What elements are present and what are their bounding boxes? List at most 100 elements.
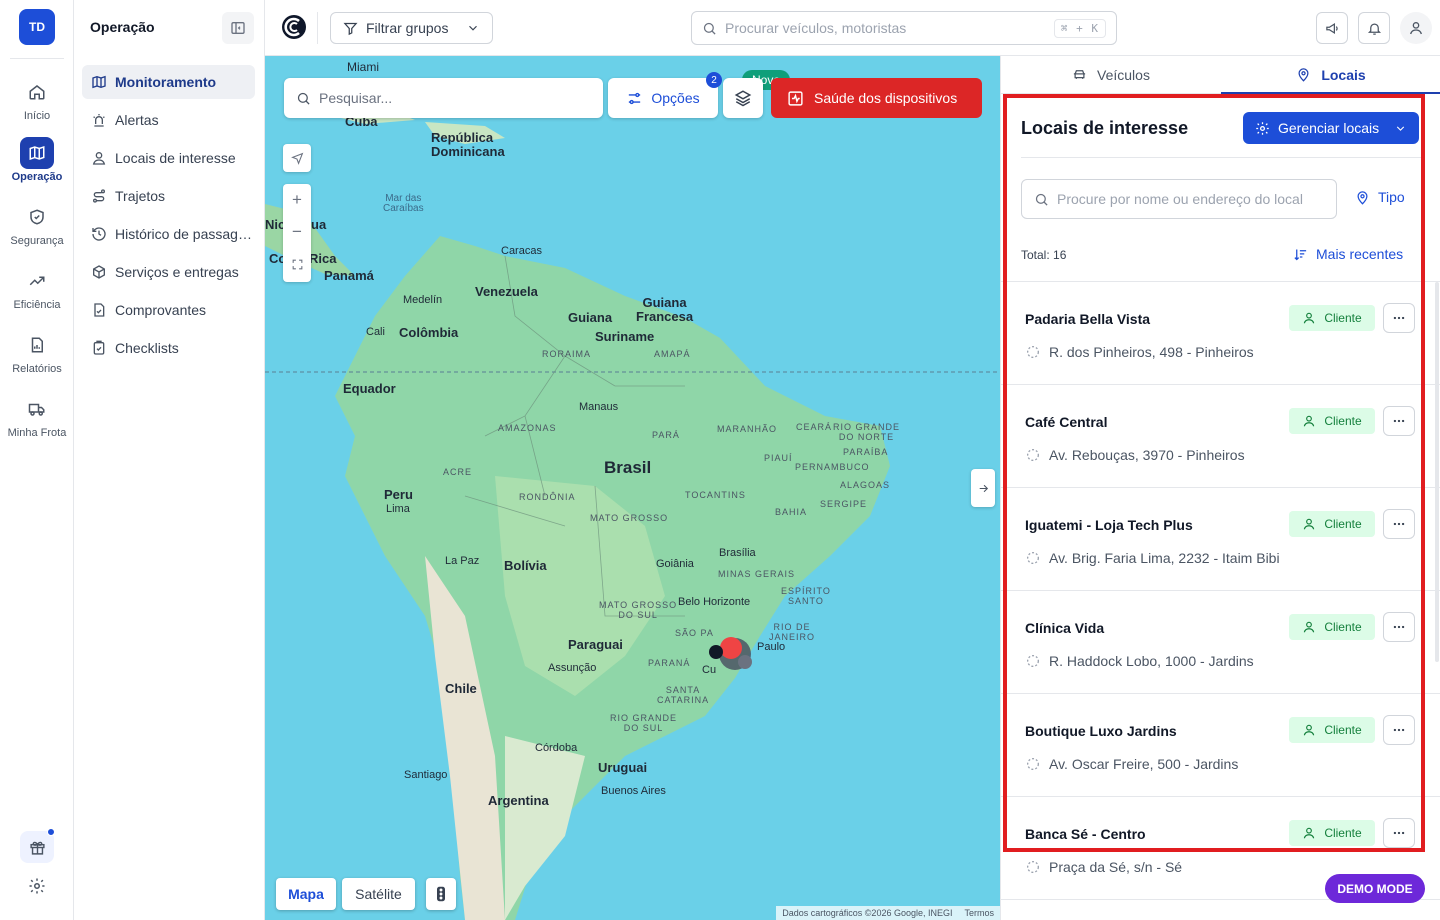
expand-map-button[interactable] bbox=[971, 469, 995, 507]
user-icon bbox=[1304, 518, 1315, 530]
type-filter-button[interactable]: Tipo bbox=[1355, 189, 1405, 205]
filter-icon bbox=[343, 22, 358, 35]
loading-circle-icon bbox=[1027, 758, 1039, 770]
tab-label: Locais bbox=[1321, 66, 1366, 83]
sort-recent-button[interactable]: Mais recentes bbox=[1293, 246, 1403, 262]
map-label: Brasília bbox=[719, 547, 756, 559]
zoom-in-button[interactable]: + bbox=[283, 184, 311, 216]
type-filter-label: Tipo bbox=[1378, 189, 1405, 205]
map-label: ESPÍRITO SANTO bbox=[781, 586, 831, 606]
demo-mode-badge: DEMO MODE bbox=[1325, 874, 1425, 903]
clipboard-check-icon bbox=[93, 340, 105, 355]
rail-item-minha-frota[interactable]: Minha Frota bbox=[0, 393, 74, 451]
fullscreen-button[interactable] bbox=[283, 248, 311, 280]
map-label: SERGIPE bbox=[820, 499, 868, 509]
more-options-button[interactable] bbox=[1383, 818, 1415, 848]
sidebar-item-label: Locais de interesse bbox=[115, 150, 236, 166]
sort-icon bbox=[1294, 249, 1307, 260]
sidebar-item-alertas[interactable]: Alertas bbox=[82, 103, 255, 137]
traffic-light-icon bbox=[437, 886, 445, 902]
map-label: Mar das Caraíbas bbox=[383, 193, 424, 214]
more-options-button[interactable] bbox=[1383, 715, 1415, 745]
sidebar-item-historico[interactable]: Histórico de passagens bbox=[82, 217, 255, 251]
ellipsis-icon bbox=[1393, 728, 1405, 732]
location-card[interactable]: Café Central Cliente Av. Rebouças, 3970 … bbox=[1001, 385, 1440, 488]
collapse-sidebar-button[interactable] bbox=[222, 12, 254, 44]
rail-item-inicio[interactable]: Início bbox=[0, 76, 74, 134]
filter-groups-label: Filtrar grupos bbox=[366, 20, 449, 36]
map-search[interactable] bbox=[284, 78, 603, 118]
location-name: Café Central bbox=[1025, 414, 1108, 430]
announcements-button[interactable] bbox=[1316, 12, 1348, 44]
map-type-satellite-button[interactable]: Satélite bbox=[342, 878, 415, 910]
location-type-label: Cliente bbox=[1324, 826, 1362, 840]
brand-logo-icon[interactable] bbox=[281, 14, 307, 40]
sidebar-item-monitoramento[interactable]: Monitoramento bbox=[82, 65, 255, 99]
location-name: Padaria Bella Vista bbox=[1025, 311, 1151, 327]
location-name: Iguatemi - Loja Tech Plus bbox=[1025, 517, 1193, 533]
tab-locais[interactable]: Locais bbox=[1221, 56, 1440, 94]
map-label: República Dominicana bbox=[431, 130, 505, 159]
loading-circle-icon bbox=[1027, 552, 1039, 564]
traffic-button[interactable] bbox=[426, 878, 456, 910]
tab-veiculos[interactable]: Veículos bbox=[1001, 56, 1221, 93]
rail-item-label: Eficiência bbox=[13, 299, 61, 311]
global-search-input[interactable] bbox=[725, 20, 1054, 36]
terms-link[interactable]: Termos bbox=[964, 908, 994, 918]
map-view[interactable]: Miami Cuba República Dominicana Mar das … bbox=[265, 56, 1000, 920]
rail-item-operacao[interactable]: Operação bbox=[0, 137, 74, 195]
more-options-button[interactable] bbox=[1383, 509, 1415, 539]
more-options-button[interactable] bbox=[1383, 303, 1415, 333]
map-label: Miami bbox=[347, 60, 379, 74]
sidebar-item-locais[interactable]: Locais de interesse bbox=[82, 141, 255, 175]
global-search[interactable]: ⌘ + K bbox=[691, 11, 1117, 45]
home-icon bbox=[20, 76, 54, 108]
gift-button[interactable] bbox=[20, 828, 55, 863]
notifications-button[interactable] bbox=[1358, 12, 1390, 44]
location-card[interactable]: Boutique Luxo Jardins Cliente Av. Oscar … bbox=[1001, 694, 1440, 797]
panel-tabs: Veículos Locais bbox=[1001, 56, 1440, 94]
device-health-button[interactable]: Saúde dos dispositivos bbox=[771, 78, 982, 118]
filter-groups-button[interactable]: Filtrar grupos bbox=[330, 12, 493, 44]
location-card[interactable]: Iguatemi - Loja Tech Plus Cliente Av. Br… bbox=[1001, 488, 1440, 591]
map-label: Goiânia bbox=[656, 558, 694, 570]
location-search-input[interactable] bbox=[1057, 191, 1324, 207]
sidebar-item-label: Histórico de passagens bbox=[115, 226, 255, 242]
sidebar-item-comprovantes[interactable]: Comprovantes bbox=[82, 293, 255, 327]
map-label: Bolívia bbox=[504, 558, 547, 573]
loading-circle-icon bbox=[1027, 449, 1039, 461]
report-icon bbox=[20, 329, 54, 361]
org-avatar[interactable]: TD bbox=[19, 9, 55, 45]
sidebar-item-trajetos[interactable]: Trajetos bbox=[82, 179, 255, 213]
locate-button[interactable] bbox=[283, 144, 311, 172]
rail-item-label: Operação bbox=[11, 171, 63, 183]
location-search[interactable] bbox=[1021, 179, 1337, 219]
sidebar-item-servicos[interactable]: Serviços e entregas bbox=[82, 255, 255, 289]
location-type-label: Cliente bbox=[1324, 414, 1362, 428]
map-label: PARANÁ bbox=[648, 658, 691, 668]
rail-item-eficiencia[interactable]: Eficiência bbox=[0, 265, 74, 323]
map-label: PIAUÍ bbox=[764, 453, 793, 463]
manage-locations-button[interactable]: Gerenciar locais bbox=[1243, 112, 1419, 144]
shield-check-icon bbox=[20, 201, 54, 233]
sidebar-item-checklists[interactable]: Checklists bbox=[82, 331, 255, 365]
map-label: Guiana bbox=[568, 310, 613, 325]
rail-item-seguranca[interactable]: Segurança bbox=[0, 201, 74, 259]
more-options-button[interactable] bbox=[1383, 406, 1415, 436]
sidebar-item-label: Alertas bbox=[115, 112, 159, 128]
operation-sidebar: Operação Monitoramento Alertas Locais de… bbox=[74, 0, 265, 920]
rail-item-relatorios[interactable]: Relatórios bbox=[0, 329, 74, 387]
map-search-input[interactable] bbox=[319, 90, 591, 106]
map-layers-button[interactable] bbox=[723, 78, 763, 118]
zoom-out-button[interactable]: − bbox=[283, 216, 311, 248]
sort-label: Mais recentes bbox=[1316, 246, 1404, 262]
more-options-button[interactable] bbox=[1383, 612, 1415, 642]
options-button[interactable]: Opções bbox=[608, 78, 718, 118]
location-card[interactable]: Clínica Vida Cliente R. Haddock Lobo, 10… bbox=[1001, 591, 1440, 694]
location-card[interactable]: Padaria Bella Vista Cliente R. dos Pinhe… bbox=[1001, 282, 1440, 385]
map-type-map-button[interactable]: Mapa bbox=[276, 878, 336, 910]
user-menu-button[interactable] bbox=[1400, 12, 1432, 44]
settings-button[interactable] bbox=[20, 870, 54, 902]
list-scrollbar[interactable] bbox=[1435, 282, 1439, 662]
map-label: Argentina bbox=[488, 793, 549, 808]
